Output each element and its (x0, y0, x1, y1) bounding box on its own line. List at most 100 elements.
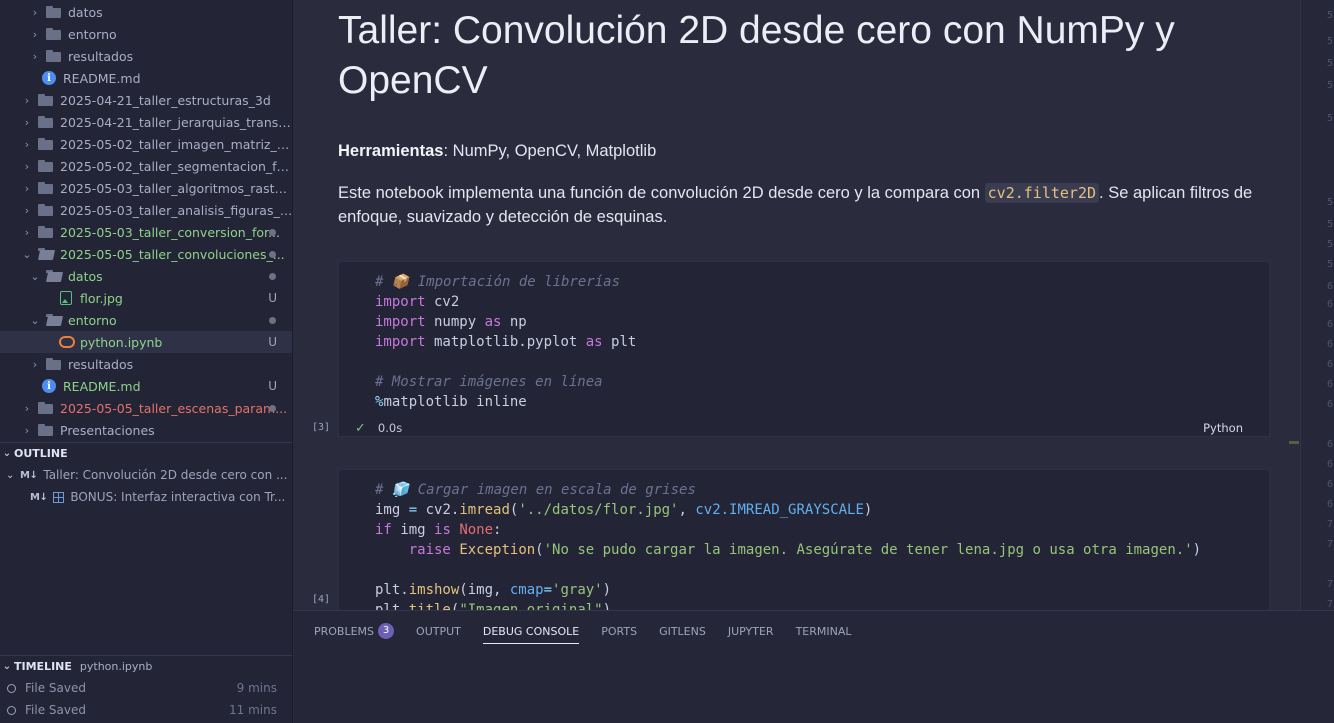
tree-item-label: 2025-05-02_taller_segmentacion_formas (60, 158, 293, 174)
chevron-down-icon: ⌄ (2, 448, 12, 459)
timeline-item[interactable]: File Saved 9 mins (0, 677, 292, 699)
gutter-line-number: 6 (1327, 359, 1334, 370)
panel-tab-label: TERMINAL (795, 624, 852, 638)
tree-item[interactable]: python.ipynb U (0, 331, 292, 353)
tools-value: : NumPy, OpenCV, Matplotlib (443, 142, 657, 160)
tree-item[interactable]: › 2025-05-03_taller_analisis_figuras_geo.… (0, 199, 292, 221)
tree-item[interactable]: › Presentaciones (0, 419, 292, 441)
gutter-line-number: 6 (1327, 399, 1334, 410)
panel-tab-ports[interactable]: PORTS (601, 621, 637, 641)
chevron-right-icon: › (24, 225, 30, 239)
tools-paragraph: Herramientas: NumPy, OpenCV, Matplotlib (338, 139, 1288, 163)
chevron-right-icon: › (24, 137, 30, 151)
tree-item[interactable]: › 2025-04-21_taller_estructuras_3d (0, 89, 292, 111)
panel-tab-label: DEBUG CONSOLE (482, 624, 580, 638)
tree-item[interactable]: › entorno (0, 23, 292, 45)
folder-icon (46, 270, 62, 282)
tree-item-label: datos (68, 4, 103, 20)
chevron-right-icon: › (24, 93, 30, 107)
tree-item[interactable]: › 2025-05-03_taller_conversion_for... (0, 221, 292, 243)
panel-tabs: PROBLEMS 3 OUTPUT DEBUG CONSOLE PORTS GITLENS… (314, 621, 852, 644)
panel-tab-jupyter[interactable]: JUPYTER (728, 621, 774, 641)
description-text: Este notebook implementa una función de … (338, 184, 985, 202)
tree-item-label: README.md (63, 70, 141, 86)
tree-item-label: resultados (68, 48, 134, 64)
outline-item[interactable]: ⌄ M↓ Taller: Convolución 2D desde cero c… (0, 464, 292, 486)
timeline-header[interactable]: ⌄ TIMELINE python.ipynb (0, 655, 292, 677)
tree-item[interactable]: › 2025-05-03_taller_algoritmos_rasterizac… (0, 177, 292, 199)
outline-item-label: Taller: Convolución 2D desde cero con ..… (43, 468, 288, 482)
chevron-right-icon: › (32, 49, 38, 63)
timeline-item-label: File Saved (25, 681, 86, 695)
tree-item[interactable]: flor.jpg U (0, 287, 292, 309)
folder-icon (38, 94, 54, 106)
folder-icon (46, 314, 62, 326)
folder-icon (38, 160, 54, 172)
gutter-line-number: 5 (1327, 219, 1334, 230)
timeline-item-time: 9 mins (236, 681, 277, 695)
code-cell[interactable]: # 🧊 Cargar imagen en escala de grises im… (338, 469, 1270, 610)
cell-source[interactable]: # 🧊 Cargar imagen en escala de grises im… (375, 480, 1201, 610)
tree-item[interactable]: › resultados (0, 353, 292, 375)
markdown-icon: M↓ (20, 469, 38, 481)
folder-icon (38, 138, 54, 150)
git-status-badge: U (268, 291, 277, 305)
panel-tab-gitlens[interactable]: GITLENS (659, 621, 706, 641)
chevron-down-icon: ⌄ (30, 313, 40, 327)
tree-item[interactable]: › datos (0, 1, 292, 23)
cell-exec-time: 0.0s (377, 421, 403, 435)
gutter-line-number: 5 (1327, 113, 1334, 124)
tree-item[interactable]: › 2025-05-02_taller_imagen_matriz_pixeles (0, 133, 292, 155)
git-status-badge: U (268, 335, 277, 349)
panel-tab-debug-console[interactable]: DEBUG CONSOLE (482, 621, 580, 644)
gutter-line-number: 7 (1327, 539, 1334, 550)
gutter-line-number: 5 (1327, 80, 1334, 91)
tree-item-label: 2025-05-05_taller_convoluciones_... (60, 246, 285, 262)
timeline-item[interactable]: File Saved 11 mins (0, 699, 292, 721)
chevron-right-icon: › (32, 5, 38, 19)
tree-item-label: datos (68, 268, 103, 284)
folder-icon (46, 28, 62, 40)
tree-item[interactable]: ⌄ 2025-05-05_taller_convoluciones_... (0, 243, 292, 265)
folder-icon (46, 358, 62, 370)
info-icon: i (42, 71, 56, 85)
sidebar: › datos › entorno › resultados i README.md › 2025… (0, 0, 293, 723)
code-cell[interactable]: # 📦 Importación de librerías import cv2 … (338, 261, 1270, 437)
timeline-item-label: File Saved (25, 703, 86, 717)
modified-dot-icon (269, 404, 276, 412)
timeline-item-time: 11 mins (229, 703, 277, 717)
gutter-line-number: 5 (1327, 58, 1334, 69)
tree-item[interactable]: ⌄ entorno (0, 309, 292, 331)
minimap-gutter[interactable]: 5 5 5 5 5 5 5 5 5 6 6 6 6 6 6 6 6 6 6 6 7 7 7 7 (1300, 0, 1334, 610)
gutter-line-number: 6 (1327, 299, 1334, 310)
tree-item[interactable]: › 2025-05-02_taller_segmentacion_formas (0, 155, 293, 177)
chevron-right-icon: › (24, 423, 30, 437)
chevron-right-icon: › (24, 401, 30, 415)
modified-dot-icon (269, 316, 276, 324)
chevron-right-icon: › (24, 115, 30, 129)
tree-item[interactable]: ⌄ datos (0, 265, 292, 287)
tree-item[interactable]: i README.md (0, 67, 292, 89)
chevron-right-icon: › (32, 357, 38, 371)
chevron-down-icon: ⌄ (6, 469, 15, 481)
tree-item[interactable]: i README.md U (0, 375, 292, 397)
folder-icon (46, 50, 62, 62)
cell-source[interactable]: # 📦 Importación de librerías import cv2 … (375, 272, 636, 412)
image-icon (60, 291, 72, 305)
git-status-badge: U (268, 379, 277, 393)
gutter-line-number: 5 (1327, 239, 1334, 250)
outline-header[interactable]: ⌄ OUTLINE (0, 442, 292, 464)
tree-item[interactable]: › 2025-05-05_taller_escenas_param... (0, 397, 292, 419)
panel-tab-terminal[interactable]: TERMINAL (796, 621, 852, 641)
panel-tab-label: OUTPUT (416, 624, 461, 638)
folder-icon (38, 402, 54, 414)
panel-tab-output[interactable]: OUTPUT (416, 621, 461, 641)
gutter-line-number: 6 (1327, 459, 1334, 470)
outline-item[interactable]: M↓ BONUS: Interfaz interactiva con Tr... (0, 486, 292, 508)
tree-item[interactable]: › resultados (0, 45, 292, 67)
tree-item[interactable]: › 2025-04-21_taller_jerarquias_transform.… (0, 111, 292, 133)
cell-language[interactable]: Python (1203, 421, 1243, 435)
panel-tab-problems[interactable]: PROBLEMS 3 (314, 621, 395, 641)
folder-icon (38, 424, 54, 436)
bottom-panel: PROBLEMS 3 OUTPUT DEBUG CONSOLE PORTS GITLENS… (294, 610, 1334, 723)
